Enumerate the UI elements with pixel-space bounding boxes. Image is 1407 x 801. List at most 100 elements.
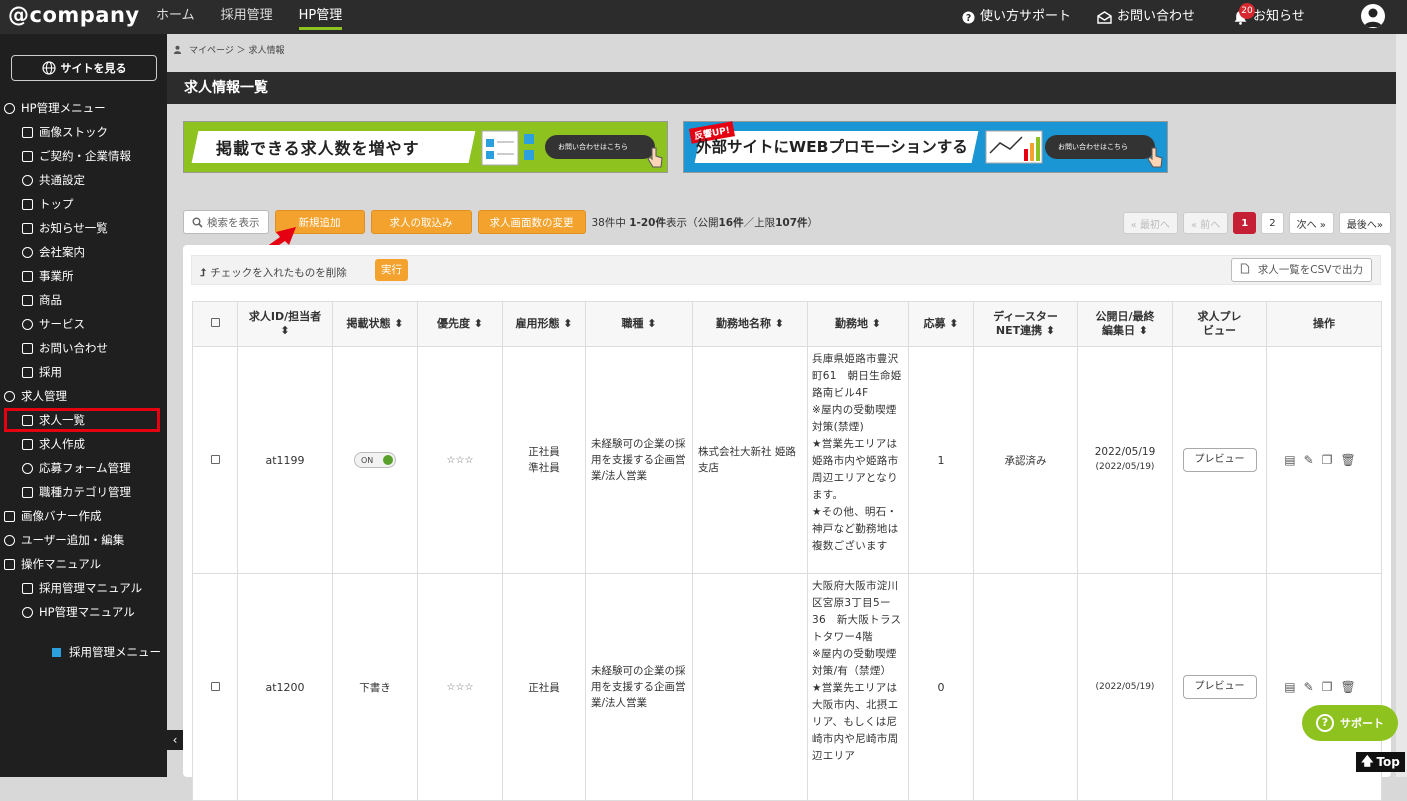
banner-increase-jobs[interactable]: 掲載できる求人数を増やす お問い合わせはこちら — [183, 121, 668, 173]
applications-count[interactable]: 0 — [908, 573, 974, 801]
sidebar-item-12[interactable]: 求人管理 — [0, 384, 167, 408]
page-prev[interactable]: « 前へ — [1182, 212, 1229, 234]
preview-button[interactable]: プレビュー — [1182, 675, 1257, 699]
sidebar-item-11[interactable]: 採用 — [0, 360, 167, 384]
sidebar-item-17[interactable]: 画像バナー作成 — [0, 504, 167, 528]
csv-export-button[interactable]: 求人一覧をCSVで出力 — [1231, 258, 1372, 282]
page-last[interactable]: 最後へ» — [1338, 212, 1391, 234]
select-all-checkbox[interactable] — [210, 318, 220, 327]
sidebar-item-5[interactable]: お知らせ一覧 — [0, 216, 167, 240]
execute-button[interactable]: 実行 — [375, 259, 408, 281]
sidebar-item-9[interactable]: サービス — [0, 312, 167, 336]
avatar[interactable] — [1361, 4, 1385, 28]
sidebar-item-1[interactable]: 画像ストック — [0, 120, 167, 144]
banner-web-promotion[interactable]: 反響UP! 外部サイトにWEBプロモーションする お問い合わせはこちら — [683, 121, 1168, 173]
banner2-contact-button[interactable]: お問い合わせはこちら — [1045, 135, 1155, 159]
nav-hp[interactable]: HP管理 — [298, 0, 342, 34]
job-id[interactable]: at1199 — [237, 346, 333, 574]
publish-toggle[interactable]: ON — [354, 452, 396, 468]
sidebar-item-16[interactable]: 職種カテゴリ管理 — [0, 480, 167, 504]
sidebar-item-3[interactable]: 共通設定 — [0, 168, 167, 192]
page-1[interactable]: 1 — [1233, 212, 1257, 234]
row-checkbox-cell — [192, 573, 238, 801]
page-next[interactable]: 次へ » — [1288, 212, 1334, 234]
breadcrumb-text[interactable]: マイページ ＞ 求人情報 — [189, 43, 285, 56]
sidebar-item-4[interactable]: トップ — [0, 192, 167, 216]
logo[interactable]: @company — [8, 3, 140, 27]
bulk-action-bar: ⮥ チェックを入れたものを削除 実行 求人一覧をCSVで出力 — [191, 255, 1381, 285]
sidebar-item-20[interactable]: 採用管理マニュアル — [0, 576, 167, 600]
hand-pointer-icon — [1147, 147, 1163, 168]
col-operations: 操作 — [1266, 301, 1382, 347]
change-screen-count-button[interactable]: 求人画面数の変更 — [477, 210, 586, 234]
status-text[interactable]: 下書き — [332, 573, 418, 801]
sidebar-menu: HP管理メニュー画像ストックご契約・企業情報 共通設定 トップ お知らせ一覧会社案内事… — [0, 96, 167, 624]
recruit-menu-link[interactable]: 採用管理メニュー — [52, 644, 161, 660]
support-floating-button[interactable]: ? サポート — [1302, 705, 1398, 741]
users-icon — [4, 534, 15, 546]
turn-arrow-icon: ⮥ — [200, 267, 207, 279]
sidebar-item-label: 画像ストック — [39, 125, 108, 139]
back-to-top-button[interactable]: 🡅 Top — [1356, 752, 1405, 772]
trash-icon[interactable]: 🗑 — [1340, 453, 1363, 467]
col-dates[interactable]: 公開日/最終編集日 ⬍ — [1077, 301, 1173, 347]
user-circle-icon — [22, 366, 33, 378]
duplicate-icon[interactable]: ❐ — [1322, 453, 1341, 467]
col-priority[interactable]: 優先度 ⬍ — [417, 301, 503, 347]
col-employment[interactable]: 雇用形態 ⬍ — [502, 301, 586, 347]
gear-icon — [22, 174, 33, 186]
count-limit: 107件 — [775, 216, 808, 229]
sidebar-item-13[interactable]: 求人一覧 — [4, 408, 160, 432]
sidebar-item-8[interactable]: 商品 — [0, 288, 167, 312]
sidebar-item-19[interactable]: 操作マニュアル — [0, 552, 167, 576]
priority-stars[interactable]: ☆☆☆ — [417, 346, 503, 574]
col-status[interactable]: 掲載状態 ⬍ — [332, 301, 418, 347]
user-icon — [1364, 8, 1382, 27]
col-place-name[interactable]: 勤務地名称 ⬍ — [692, 301, 808, 347]
col-id[interactable]: 求人ID/担当者 ⬍ — [237, 301, 333, 347]
sidebar-item-18[interactable]: ユーザー追加・編集 — [0, 528, 167, 552]
sidebar-item-14[interactable]: 求人作成 — [0, 432, 167, 456]
copy-list-icon[interactable]: ▤ — [1284, 680, 1303, 694]
sidebar-item-label: 採用 — [39, 365, 62, 379]
nav-home[interactable]: ホーム — [156, 0, 195, 34]
job-id[interactable]: at1200 — [237, 573, 333, 801]
sidebar-collapse-button[interactable]: ‹ — [167, 730, 183, 750]
growth-chart-illustration — [985, 130, 1043, 164]
col-location[interactable]: 勤務地 ⬍ — [807, 301, 909, 347]
sidebar-item-10[interactable]: お問い合わせ — [0, 336, 167, 360]
contact-link[interactable]: お問い合わせ — [1097, 0, 1195, 34]
col-dstar[interactable]: ディースターNET連携 ⬍ — [973, 301, 1078, 347]
sidebar-item-2[interactable]: ご契約・企業情報 — [0, 144, 167, 168]
sidebar-item-15[interactable]: 応募フォーム管理 — [0, 456, 167, 480]
page-first[interactable]: « 最初へ — [1122, 212, 1178, 234]
page-scrollbar[interactable] — [1396, 34, 1407, 777]
pencil-icon[interactable]: ✎ — [1304, 680, 1322, 694]
breadcrumb: マイページ ＞ 求人情報 — [167, 40, 285, 58]
sidebar-item-21[interactable]: HP管理マニュアル — [0, 600, 167, 624]
page-2[interactable]: 2 — [1261, 212, 1284, 234]
copy-list-icon[interactable]: ▤ — [1284, 453, 1303, 467]
preview-button[interactable]: プレビュー — [1182, 448, 1257, 472]
trash-icon[interactable]: 🗑 — [1340, 680, 1363, 694]
select-all-header — [192, 301, 238, 347]
employment-text: 正社員 準社員 — [528, 446, 560, 474]
nav-recruit[interactable]: 採用管理 — [221, 0, 273, 34]
view-site-button[interactable]: サイトを見る — [11, 55, 157, 81]
row-checkbox[interactable] — [210, 454, 220, 464]
applications-count[interactable]: 1 — [908, 346, 974, 574]
sidebar-item-label: 会社案内 — [39, 245, 85, 259]
sidebar-item-6[interactable]: 会社案内 — [0, 240, 167, 264]
priority-stars[interactable]: ☆☆☆ — [417, 573, 503, 801]
import-jobs-button[interactable]: 求人の取込み — [370, 210, 472, 234]
support-link[interactable]: ? 使い方サポート — [962, 0, 1071, 34]
col-job-type[interactable]: 職種 ⬍ — [585, 301, 693, 347]
sidebar-item-7[interactable]: 事業所 — [0, 264, 167, 288]
duplicate-icon[interactable]: ❐ — [1322, 680, 1341, 694]
pencil-icon[interactable]: ✎ — [1304, 453, 1322, 467]
col-applications[interactable]: 応募 ⬍ — [908, 301, 974, 347]
list-icon — [22, 414, 33, 426]
sidebar-item-0[interactable]: HP管理メニュー — [0, 96, 167, 120]
banner1-contact-button[interactable]: お問い合わせはこちら — [545, 135, 655, 159]
row-checkbox[interactable] — [210, 681, 220, 691]
